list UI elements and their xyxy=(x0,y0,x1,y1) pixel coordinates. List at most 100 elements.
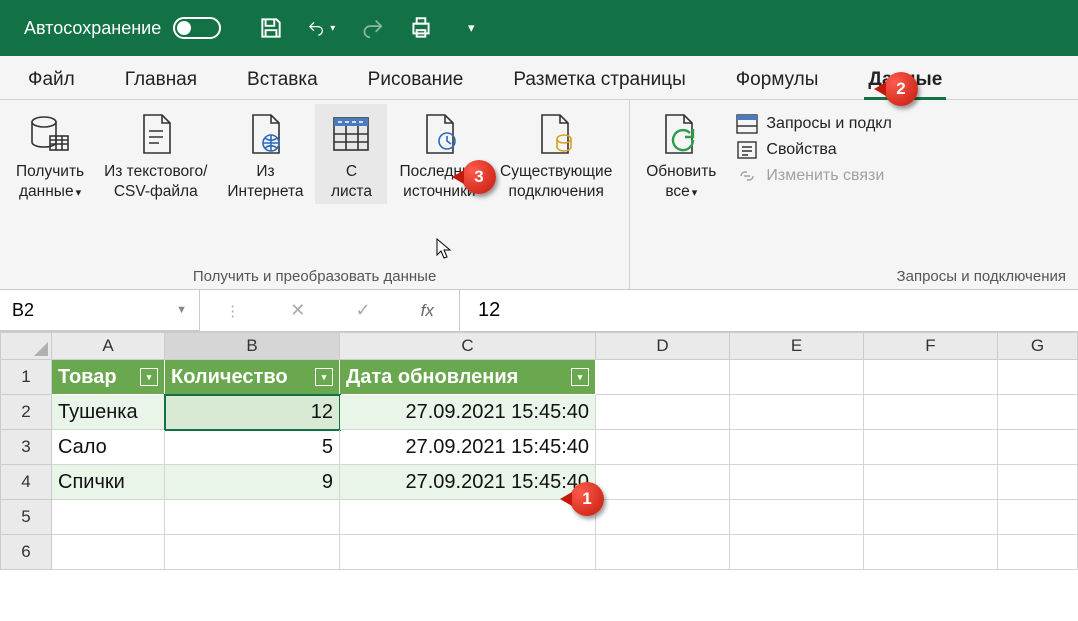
ribbon: Получить данные▾ Из текстового/ CSV-файл… xyxy=(0,100,1078,290)
tab-home[interactable]: Главная xyxy=(121,61,201,99)
name-box[interactable]: B2 ▼ xyxy=(0,290,200,331)
filter-icon[interactable]: ▾ xyxy=(315,368,333,386)
cell[interactable]: 27.09.2021 15:45:40 xyxy=(340,465,596,500)
cell[interactable] xyxy=(864,360,998,395)
table-row: 5 xyxy=(0,500,1078,535)
table-header-cell[interactable]: Товар▾ xyxy=(52,360,165,395)
filter-icon[interactable]: ▾ xyxy=(140,368,158,386)
cell[interactable] xyxy=(165,535,340,570)
cell[interactable] xyxy=(998,360,1078,395)
from-csv-button[interactable]: Из текстового/ CSV-файла xyxy=(96,104,215,204)
queries-connections-button[interactable]: Запросы и подкл xyxy=(736,114,891,134)
existing-connections-button[interactable]: Существующие подключения xyxy=(491,104,621,204)
text-file-icon xyxy=(138,110,174,158)
cell[interactable] xyxy=(52,535,165,570)
filter-icon[interactable]: ▾ xyxy=(571,368,589,386)
cell[interactable] xyxy=(730,465,864,500)
edit-links-button: Изменить связи xyxy=(736,166,891,186)
col-header-E[interactable]: E xyxy=(730,332,864,360)
customize-qat-icon[interactable]: ▾ xyxy=(457,14,485,42)
table-header-cell[interactable]: Количество▾ xyxy=(165,360,340,395)
formula-input[interactable]: 12 xyxy=(460,290,1078,331)
database-icon xyxy=(28,110,72,158)
cell[interactable]: Спички xyxy=(52,465,165,500)
cell[interactable] xyxy=(730,500,864,535)
cell[interactable] xyxy=(596,465,730,500)
cell[interactable] xyxy=(864,395,998,430)
row-header[interactable]: 5 xyxy=(0,500,52,535)
enter-icon[interactable]: ✓ xyxy=(355,300,370,321)
cell[interactable] xyxy=(998,500,1078,535)
cell[interactable] xyxy=(864,465,998,500)
cell[interactable]: 5 xyxy=(165,430,340,465)
title-bar: Автосохранение ▾ ▾ xyxy=(0,0,1078,56)
cell[interactable] xyxy=(864,500,998,535)
cell[interactable] xyxy=(52,500,165,535)
col-header-B[interactable]: B xyxy=(165,332,340,360)
ribbon-side-list: Запросы и подкл Свойства Изменить связи xyxy=(728,104,899,196)
row-header[interactable]: 3 xyxy=(0,430,52,465)
sheet-icon xyxy=(331,110,371,158)
save-icon[interactable] xyxy=(257,14,285,42)
properties-button[interactable]: Свойства xyxy=(736,140,891,160)
fx-icon[interactable]: fx xyxy=(421,301,434,321)
cell[interactable]: 27.09.2021 15:45:40 xyxy=(340,395,596,430)
cell[interactable] xyxy=(340,535,596,570)
get-data-button[interactable]: Получить данные▾ xyxy=(8,104,92,204)
table-header-cell[interactable]: Дата обновления▾ xyxy=(340,360,596,395)
cell[interactable] xyxy=(340,500,596,535)
cell[interactable]: 9 xyxy=(165,465,340,500)
cell[interactable] xyxy=(596,500,730,535)
cell[interactable] xyxy=(730,535,864,570)
tab-insert[interactable]: Вставка xyxy=(243,61,322,99)
cell[interactable] xyxy=(596,395,730,430)
queries-icon xyxy=(736,114,758,134)
row-header[interactable]: 2 xyxy=(0,395,52,430)
cell[interactable] xyxy=(596,360,730,395)
col-header-G[interactable]: G xyxy=(998,332,1078,360)
col-header-D[interactable]: D xyxy=(596,332,730,360)
select-all-corner[interactable] xyxy=(0,332,52,360)
tab-draw[interactable]: Рисование xyxy=(364,61,468,99)
cell[interactable] xyxy=(998,535,1078,570)
refresh-all-button[interactable]: Обновить все▾ xyxy=(638,104,724,204)
row-header[interactable]: 6 xyxy=(0,535,52,570)
cell[interactable]: Тушенка xyxy=(52,395,165,430)
cell-selected[interactable]: 12 xyxy=(165,395,340,430)
autosave-toggle[interactable]: Автосохранение xyxy=(24,17,221,39)
cell[interactable] xyxy=(596,430,730,465)
col-header-F[interactable]: F xyxy=(864,332,998,360)
autosave-label: Автосохранение xyxy=(24,18,161,39)
cell[interactable] xyxy=(864,535,998,570)
tab-file[interactable]: Файл xyxy=(24,61,79,99)
chevron-down-icon[interactable]: ▼ xyxy=(176,304,187,316)
cancel-icon[interactable]: ✕ xyxy=(290,300,305,321)
cell[interactable] xyxy=(730,395,864,430)
print-preview-icon[interactable] xyxy=(407,14,435,42)
cell[interactable]: Сало xyxy=(52,430,165,465)
toggle-off-icon[interactable] xyxy=(173,17,221,39)
cell[interactable] xyxy=(998,395,1078,430)
redo-icon[interactable] xyxy=(357,14,385,42)
cell[interactable] xyxy=(998,465,1078,500)
col-header-C[interactable]: C xyxy=(340,332,596,360)
cell[interactable]: 27.09.2021 15:45:40 xyxy=(340,430,596,465)
column-headers: A B C D E F G xyxy=(0,332,1078,360)
cell[interactable] xyxy=(730,360,864,395)
row-header[interactable]: 4 xyxy=(0,465,52,500)
cell[interactable] xyxy=(730,430,864,465)
col-header-A[interactable]: A xyxy=(52,332,165,360)
tab-page-layout[interactable]: Разметка страницы xyxy=(509,61,689,99)
tab-formulas[interactable]: Формулы xyxy=(732,61,823,99)
cell[interactable] xyxy=(165,500,340,535)
row-header[interactable]: 1 xyxy=(0,360,52,395)
from-web-button[interactable]: Из Интернета xyxy=(219,104,311,204)
cell[interactable] xyxy=(998,430,1078,465)
cell[interactable] xyxy=(596,535,730,570)
undo-icon[interactable]: ▾ xyxy=(307,14,335,42)
links-icon xyxy=(736,166,758,186)
from-sheet-button[interactable]: С листа xyxy=(315,104,387,204)
cell[interactable] xyxy=(864,430,998,465)
ribbon-group-label: Запросы и подключения xyxy=(638,266,1070,287)
table-row: 3 Сало 5 27.09.2021 15:45:40 xyxy=(0,430,1078,465)
